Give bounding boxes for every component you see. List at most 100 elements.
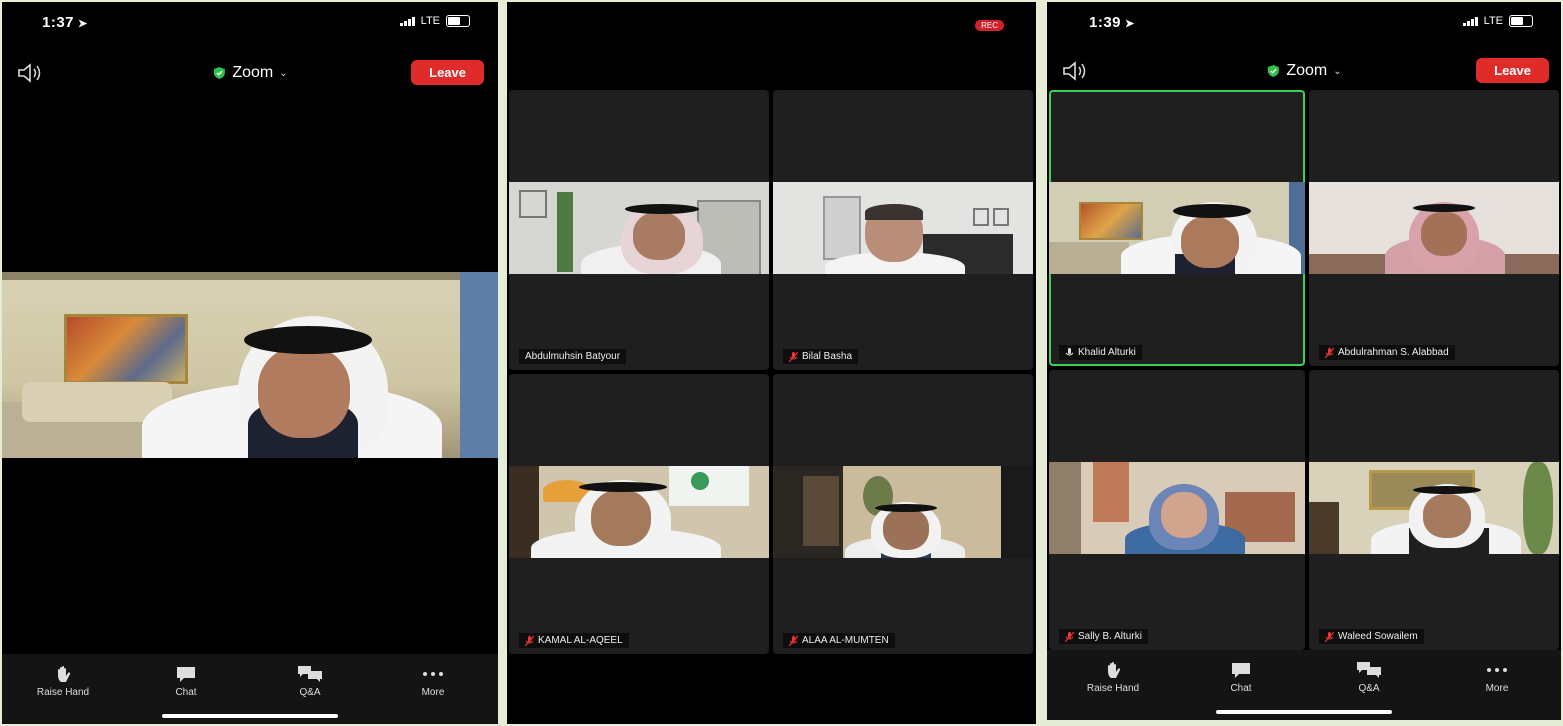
status-time: 1:37 ➤ — [42, 14, 88, 31]
muted-mic-icon — [789, 635, 798, 646]
qa-button[interactable]: Q&A — [1329, 660, 1409, 694]
participant-name: Abdulmuhsin Batyour — [525, 351, 621, 362]
speaker-icon[interactable] — [1061, 60, 1089, 82]
participant-tile[interactable]: Abdulmuhsin Batyour — [509, 90, 769, 370]
chat-label: Chat — [1230, 683, 1252, 694]
chat-button[interactable]: Chat — [146, 664, 226, 698]
leave-button[interactable]: Leave — [1476, 58, 1549, 83]
participant-name-tag: Bilal Basha — [783, 349, 859, 364]
phone-screen-2: REC Abdulmuhsin Batyour Bilal Basha KAMA… — [507, 2, 1036, 724]
qa-button[interactable]: Q&A — [270, 664, 350, 698]
home-indicator[interactable] — [162, 714, 338, 718]
home-indicator[interactable] — [1216, 710, 1392, 714]
network-label: LTE — [1483, 15, 1503, 27]
more-label: More — [1485, 683, 1509, 694]
signal-icon — [1462, 16, 1478, 26]
participant-video — [509, 466, 769, 558]
participant-name: Bilal Basha — [802, 351, 853, 362]
battery-icon — [1509, 15, 1533, 27]
participant-name-tag: ALAA AL-MUMTEN — [783, 633, 895, 648]
participant-name: ALAA AL-MUMTEN — [802, 635, 889, 646]
participant-video — [1049, 462, 1305, 554]
participant-video — [509, 182, 769, 274]
system-indicators: LTE — [399, 15, 470, 27]
more-icon — [1487, 668, 1507, 672]
muted-mic-icon — [525, 635, 534, 646]
participant-tile[interactable]: KAMAL AL-AQEEL — [509, 374, 769, 654]
participant-name-tag: Abdulrahman S. Alabbad — [1319, 345, 1455, 360]
battery-icon — [446, 15, 470, 27]
participant-name: Abdulrahman S. Alabbad — [1338, 347, 1449, 358]
participant-tile[interactable]: Abdulrahman S. Alabbad — [1309, 90, 1559, 366]
location-arrow-icon: ➤ — [1125, 18, 1135, 30]
chevron-down-icon: ⌄ — [279, 67, 288, 79]
participant-video — [1309, 462, 1559, 554]
participant-tile[interactable]: Waleed Sowailem — [1309, 370, 1559, 650]
leave-button[interactable]: Leave — [411, 60, 484, 85]
network-label: LTE — [420, 15, 440, 27]
participant-name: Waleed Sowailem — [1338, 631, 1418, 642]
participant-name-tag: Sally B. Alturki — [1059, 629, 1148, 644]
qa-icon — [298, 666, 322, 682]
recording-badge: REC — [975, 20, 1004, 31]
chevron-down-icon: ⌄ — [1333, 65, 1342, 77]
meeting-title-label: Zoom — [232, 64, 274, 81]
meeting-title[interactable]: Zoom ⌄ — [212, 64, 288, 82]
status-bar: 1:39 ➤ LTE — [1047, 2, 1561, 46]
meeting-controls: Raise Hand Chat Q&A More — [1047, 650, 1561, 720]
chat-icon — [177, 667, 195, 682]
participant-name: Sally B. Alturki — [1078, 631, 1142, 642]
meeting-controls: Raise Hand Chat Q&A More — [2, 654, 498, 724]
muted-mic-icon — [1325, 631, 1334, 642]
participant-name-tag: Abdulmuhsin Batyour — [519, 349, 627, 364]
shield-icon — [1267, 65, 1279, 77]
muted-mic-icon — [1065, 631, 1074, 642]
participant-video — [1049, 182, 1305, 274]
meeting-toolbar: Zoom ⌄ Leave — [1047, 54, 1561, 90]
painting — [1079, 202, 1143, 240]
active-speaker-video — [2, 272, 498, 458]
chat-label: Chat — [175, 687, 197, 698]
muted-mic-icon — [789, 351, 798, 362]
chat-button[interactable]: Chat — [1201, 660, 1281, 694]
participant-name-tag: KAMAL AL-AQEEL — [519, 633, 629, 648]
participant-name: Khalid Alturki — [1078, 347, 1136, 358]
mic-icon — [1065, 347, 1074, 355]
system-indicators: LTE — [1462, 15, 1533, 27]
muted-mic-icon — [1325, 347, 1334, 358]
participant-video — [773, 466, 1033, 558]
location-arrow-icon: ➤ — [78, 18, 88, 30]
phone-screen-3: 1:39 ➤ LTE Zoom ⌄ Leave Khalid Alturki A… — [1047, 2, 1561, 720]
status-time: 1:39 ➤ — [1089, 14, 1135, 31]
participant-name-tag: Khalid Alturki — [1059, 345, 1142, 360]
participant-video — [773, 182, 1033, 274]
meeting-title-label: Zoom — [1286, 62, 1328, 79]
participant-tile[interactable]: ALAA AL-MUMTEN — [773, 374, 1033, 654]
signal-icon — [399, 16, 415, 26]
hand-icon — [1108, 662, 1121, 678]
phone-screen-1: 1:37 ➤ LTE Zoom ⌄ Leave Raise Hand Chat … — [2, 2, 498, 724]
hand-icon — [58, 666, 71, 682]
participant-tile[interactable]: Sally B. Alturki — [1049, 370, 1305, 650]
meeting-toolbar: Zoom ⌄ Leave — [2, 56, 498, 92]
raise-hand-button[interactable]: Raise Hand — [1073, 660, 1153, 694]
participant-tile-active[interactable]: Khalid Alturki — [1049, 90, 1305, 366]
qa-label: Q&A — [1358, 683, 1380, 694]
more-button[interactable]: More — [1457, 660, 1537, 694]
more-icon — [423, 672, 443, 676]
chat-icon — [1232, 663, 1250, 678]
raise-hand-button[interactable]: Raise Hand — [23, 664, 103, 698]
participant-name-tag: Waleed Sowailem — [1319, 629, 1424, 644]
participant-tile[interactable]: Bilal Basha — [773, 90, 1033, 370]
raise-hand-label: Raise Hand — [36, 687, 90, 698]
raise-hand-label: Raise Hand — [1086, 683, 1140, 694]
status-bar: 1:37 ➤ LTE — [2, 2, 498, 46]
qa-label: Q&A — [299, 687, 321, 698]
speaker-icon[interactable] — [16, 62, 44, 84]
qa-icon — [1357, 662, 1381, 678]
more-button[interactable]: More — [393, 664, 473, 698]
painting — [64, 314, 188, 384]
meeting-title[interactable]: Zoom ⌄ — [1266, 62, 1342, 80]
logo — [669, 466, 749, 506]
participant-name: KAMAL AL-AQEEL — [538, 635, 623, 646]
